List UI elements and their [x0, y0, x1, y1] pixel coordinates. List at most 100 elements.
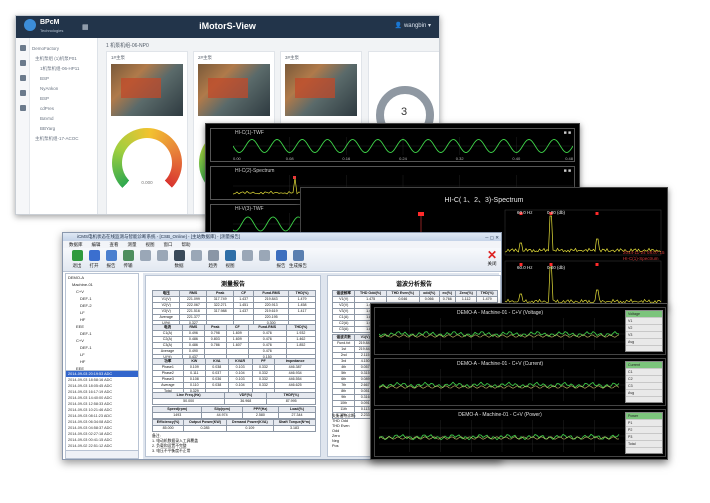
pump-card-1[interactable]: 1#主泵 0.000 [106, 51, 188, 214]
tree-node[interactable]: EEE [66, 323, 138, 330]
document-icon[interactable] [19, 75, 26, 81]
pane-tab[interactable]: 趋势图 [66, 459, 82, 460]
table-cell: 36.968 [224, 398, 268, 405]
web-sidebar: DemoFactory 主机泵组 (1)机泵P01 1机泵机组-06-HP11 BSP… [16, 38, 98, 214]
legend-entry[interactable]: Total [626, 441, 662, 448]
trend-legend[interactable]: Voltage V1 V2 V3 Avg [625, 310, 663, 352]
menu-item[interactable]: 窗口 [164, 242, 173, 247]
spectrum-trace [504, 266, 662, 304]
line-table: Line Freq.(Hz) VDF(%) THDF(%) 50.000 36.968 8… [151, 392, 316, 405]
tree-node-label: DEF-1 [80, 331, 92, 336]
menu-item[interactable]: 编辑 [92, 242, 101, 247]
table-cell: 44.974 [201, 412, 243, 419]
toolbar-icon [207, 250, 219, 261]
measurement-log: 2014-09-03 20:19:53 ADC 2014-09-03 18:58:… [66, 370, 138, 448]
legend-entry[interactable]: Avg [626, 390, 662, 397]
legend-entry[interactable]: Avg [626, 339, 662, 346]
toolbar-icon [88, 250, 100, 261]
tree-node-label: HF [80, 359, 86, 364]
table-cell: 0.109 [225, 425, 274, 432]
tree-node[interactable]: DEF-1 [66, 330, 138, 337]
toolbar-button[interactable]: 生成报告 [288, 250, 308, 269]
legend-entry[interactable]: Power [626, 413, 662, 420]
tree-node[interactable]: DEF-1 [66, 295, 138, 302]
table-cell: 1493 [151, 412, 203, 419]
tree-node[interactable]: C+V [66, 288, 138, 295]
menu-item[interactable]: 数据库 [69, 242, 83, 247]
legend-entry[interactable]: V1 [626, 318, 662, 325]
toolbar-icon [122, 250, 134, 261]
tree-item[interactable]: 1机泵机组-06-HP11 [32, 64, 95, 74]
tree-item[interactable]: BBYarg [32, 124, 95, 134]
legend-entry[interactable]: C1 [626, 369, 662, 376]
tree-item[interactable]: BSP [32, 94, 95, 104]
panel-buttons[interactable]: ■ ■ [564, 130, 571, 136]
twf-plot-1: 0.00 0.08 0.16 0.24 0.32 0.40 0.48 [233, 137, 573, 161]
menu-item[interactable]: 测量 [128, 242, 137, 247]
table-cell: 2.580 [241, 412, 279, 419]
legend-entry[interactable]: Current [626, 362, 662, 369]
legend-entry[interactable]: Voltage [626, 311, 662, 318]
legend-entry[interactable]: P1 [626, 420, 662, 427]
legend-entry[interactable]: C3 [626, 383, 662, 390]
tree-item[interactable]: BaVnd [32, 114, 95, 124]
tree-node[interactable]: HF [66, 358, 138, 365]
tree-item[interactable]: BSP [32, 74, 95, 84]
web-header: BPcM Technologies ▦ iMotorS-View 👤 wangb… [16, 16, 439, 38]
legend-entry[interactable]: V3 [626, 332, 662, 339]
menu-item[interactable]: 帮助 [182, 242, 191, 247]
pump-card-caption: 2#主泵 [198, 55, 213, 60]
diagnosis-summary: 失衡谐与诊断: THD Odd THD Even Odd Zero Neg Pos [332, 414, 356, 449]
legend-entry[interactable]: V2 [626, 325, 662, 332]
pump-card-caption: 3#主泵 [285, 55, 300, 60]
user-name: wangbin [403, 23, 427, 29]
log-row[interactable]: 2014-09-02 22:51:12 ADC [66, 443, 138, 449]
tree-node[interactable]: DEF-2 [66, 302, 138, 309]
tree-node[interactable]: DEMO-A [66, 274, 138, 281]
legend-entry[interactable]: P3 [626, 434, 662, 441]
user-menu[interactable]: 👤 wangbin ▾ [395, 22, 431, 29]
pane-tab[interactable]: 时域和频谱 [99, 459, 123, 460]
tree-item[interactable]: cdPres [32, 104, 95, 114]
network-icon[interactable] [19, 90, 26, 96]
menu-item[interactable]: 查看 [110, 242, 119, 247]
tree-node[interactable]: LF [66, 309, 138, 316]
pump-photo [198, 64, 270, 116]
toolbar-icon [105, 250, 117, 261]
toolbar-icon [156, 250, 168, 261]
settings-icon[interactable] [19, 105, 26, 111]
window-controls[interactable]: ─ ▢ ✕ [485, 234, 499, 242]
toolbar-label: 报告 [106, 263, 116, 268]
close-report-button[interactable]: ✕ 关闭 [487, 249, 497, 267]
tree-item[interactable]: 主机泵机组-17-ACOC [32, 134, 95, 144]
legend-entry[interactable]: C2 [626, 376, 662, 383]
toolbar-label: 报告 [276, 263, 286, 268]
menu-item[interactable]: 视图 [146, 242, 155, 247]
trend-legend[interactable]: Current C1 C2 C3 Avg [625, 361, 663, 403]
tree-item[interactable]: NyAnkon [32, 84, 95, 94]
twf-panel-1: HI-C(1)-TWF ■ ■ 0.00 0.08 0.16 0.24 0.32 0.40… [210, 128, 575, 162]
tree-node[interactable]: HF [66, 316, 138, 323]
chart-icon[interactable] [19, 60, 26, 66]
legend-entry[interactable]: P2 [626, 427, 662, 434]
tree-node[interactable]: Machine-01 [66, 281, 138, 288]
tree-node[interactable]: DEF-1 [66, 344, 138, 351]
tree-node[interactable]: LF [66, 351, 138, 358]
trend-legend[interactable]: Power P1 P2 P3 Total [625, 412, 663, 454]
column-header: Output Power(KW) [183, 419, 227, 426]
tree-node-label: DEF-1 [80, 345, 92, 350]
pane-tab[interactable]: 数据图 [82, 459, 98, 460]
table-row: 1493 44.974 2.580 27.344 [151, 412, 317, 419]
tree-item[interactable]: 主机泵组 (1)机泵P01 [32, 54, 95, 64]
cursor-freq-1: 60.0 Hz [517, 210, 533, 215]
tree-node[interactable]: C+V [66, 337, 138, 344]
panel-buttons[interactable]: ■ ■ [564, 168, 571, 174]
table-cell: C3(A) [331, 326, 356, 333]
tree-item[interactable]: DemoFactory [32, 44, 95, 54]
toolbar-label: 视图 [225, 263, 235, 268]
x-tick-label: 0.16 [342, 156, 351, 161]
toolbar-label: 退出 [72, 263, 82, 268]
toolbar-label: 数据 [174, 263, 184, 268]
home-icon[interactable] [19, 45, 26, 51]
spectrum-pane-frame [504, 209, 662, 256]
